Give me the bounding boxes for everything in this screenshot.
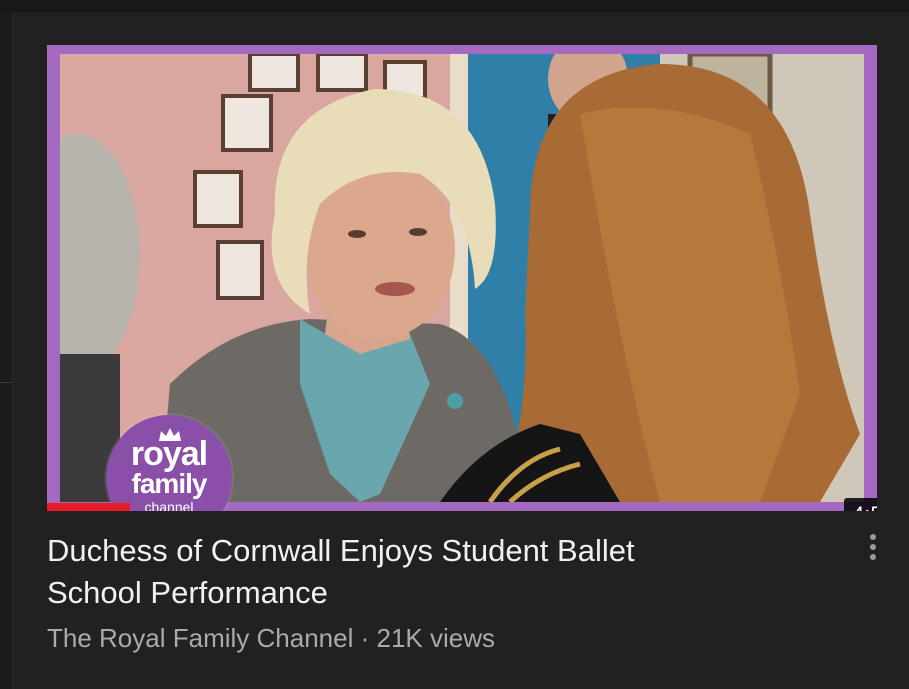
meta-separator: · — [360, 623, 370, 653]
view-count: 21K views — [376, 623, 496, 653]
watch-progress-track — [47, 503, 877, 511]
video-card[interactable]: royal family channel 4:51 — [47, 45, 877, 511]
video-thumbnail[interactable]: royal family channel 4:51 — [47, 45, 877, 511]
video-title-line-2: School Performance — [47, 575, 328, 610]
video-title[interactable]: Duchess of Cornwall Enjoys Student Balle… — [47, 530, 807, 614]
logo-word-royal: royal — [130, 435, 208, 473]
more-dot — [870, 544, 876, 550]
more-vert-icon[interactable] — [862, 532, 884, 562]
watch-progress-fill — [47, 503, 130, 511]
video-meta: The Royal Family Channel · 21K views — [47, 620, 495, 656]
more-dot — [870, 554, 876, 560]
top-bar — [0, 0, 909, 12]
more-dot — [870, 534, 876, 540]
rail-divider — [0, 382, 12, 383]
left-rail — [0, 12, 13, 689]
logo-word-family: family — [131, 468, 208, 499]
channel-name[interactable]: The Royal Family Channel — [47, 623, 353, 653]
video-title-line-1: Duchess of Cornwall Enjoys Student Balle… — [47, 533, 635, 568]
